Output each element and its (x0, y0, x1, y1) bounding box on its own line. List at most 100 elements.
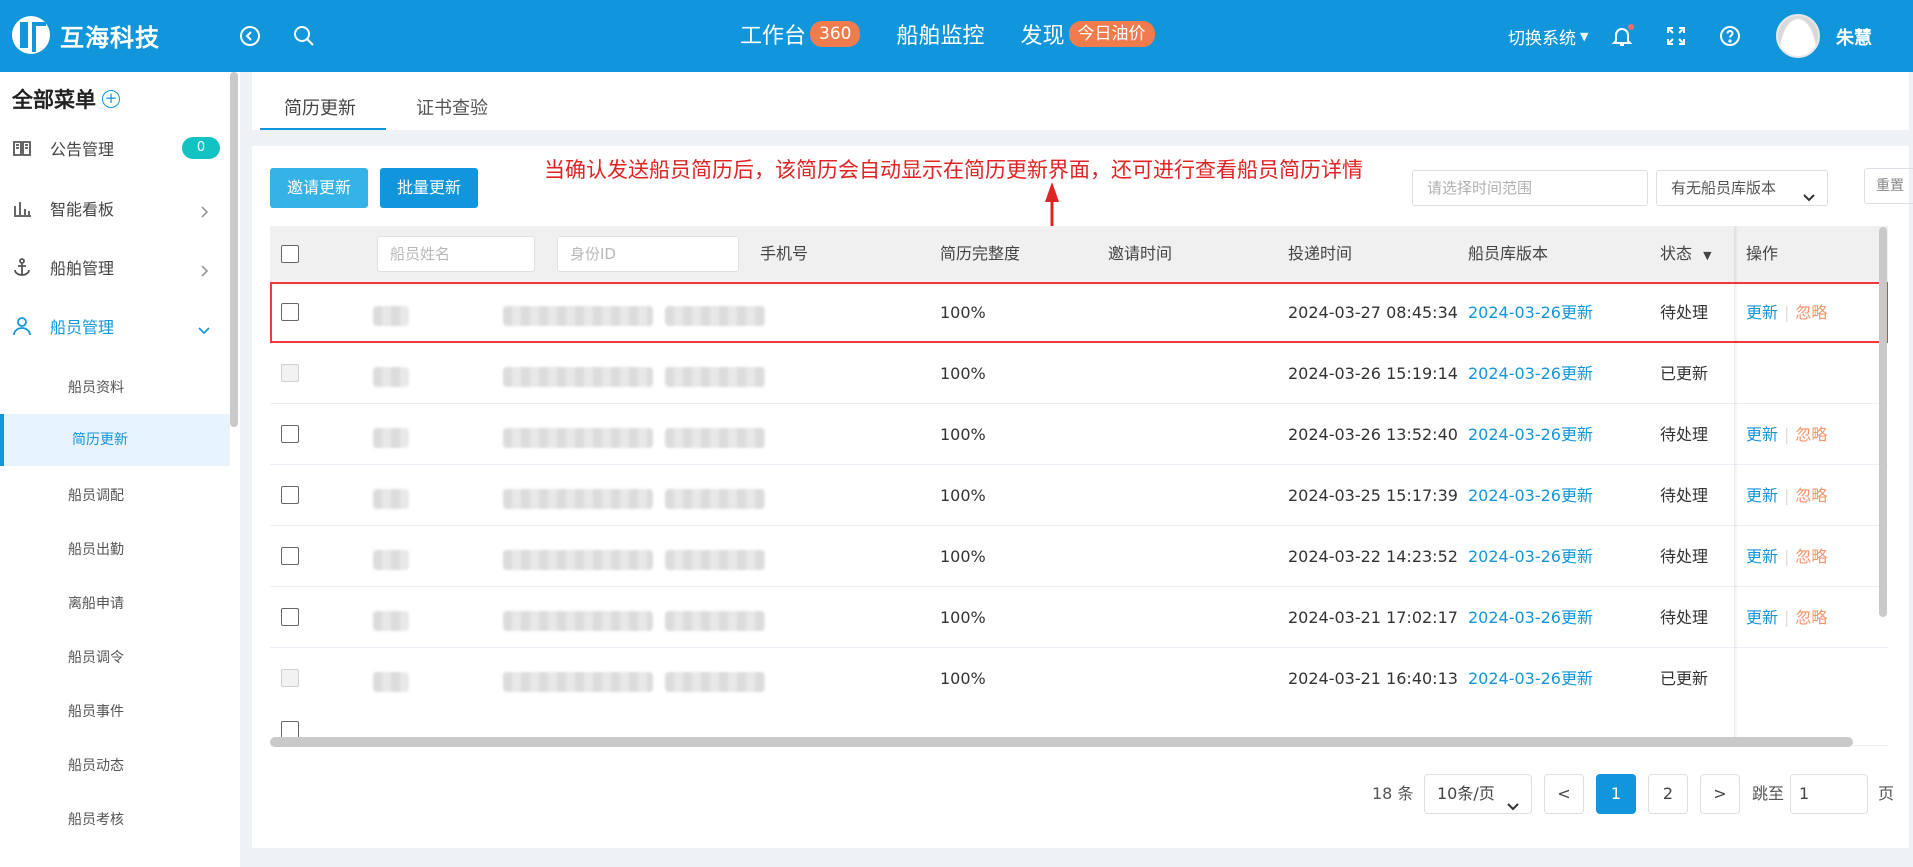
version-select[interactable]: 有无船员库版本 (1656, 170, 1828, 206)
page-2-button[interactable]: 2 (1648, 774, 1688, 814)
cell-version-link[interactable]: 2024-03-26更新 (1468, 343, 1593, 404)
page-size-select[interactable]: 10条/页 (1424, 774, 1532, 814)
nav-workbench-label: 工作台 (740, 24, 807, 49)
bar-chart-icon (12, 198, 32, 218)
switch-system-label: 切换系统 (1508, 29, 1576, 49)
filter-caret-icon: ▼ (1703, 249, 1712, 262)
sidebar-item-crew-management[interactable]: 船员管理 (0, 306, 230, 346)
anchor-icon (12, 257, 32, 277)
sidebar-subitem-leave-ship[interactable]: 离船申请 (0, 578, 230, 630)
table-row[interactable]: 100% 2024-03-26 15:19:14 2024-03-26更新 已更新 (270, 343, 1888, 404)
redacted-name (373, 672, 409, 692)
next-page-button[interactable]: > (1700, 774, 1740, 814)
sidebar-item-dashboard[interactable]: 智能看板 (0, 188, 230, 228)
update-link[interactable]: 更新 (1746, 425, 1778, 444)
tab-resume-update[interactable]: 简历更新 (284, 94, 356, 120)
avatar[interactable] (1776, 14, 1820, 58)
sidebar-subitem-crew-allocation[interactable]: 船员调配 (0, 470, 230, 522)
cell-version-link[interactable]: 2024-03-26更新 (1468, 465, 1593, 526)
sidebar-subitem-crew-assessment[interactable]: 船员考核 (0, 794, 230, 846)
sidebar-subitem-crew-attendance[interactable]: 船员出勤 (0, 524, 230, 576)
update-link[interactable]: 更新 (1746, 608, 1778, 627)
update-link[interactable]: 更新 (1746, 547, 1778, 566)
prev-page-button[interactable]: < (1544, 774, 1584, 814)
back-circle-icon[interactable] (238, 24, 262, 48)
chevron-down-icon (198, 321, 210, 335)
sidebar-title-label: 全部菜单 (12, 88, 96, 112)
cell-submit-time: 2024-03-21 17:02:17 (1288, 608, 1458, 627)
row-checkbox[interactable] (281, 486, 299, 504)
username[interactable]: 朱慧 (1836, 24, 1872, 50)
update-link[interactable]: 更新 (1746, 303, 1778, 322)
cell-completeness: 100% (940, 669, 986, 688)
select-all-checkbox[interactable] (281, 245, 299, 263)
nav-discover-label: 发现 (1020, 24, 1065, 49)
sidebar-subitem-crew-events[interactable]: 船员事件 (0, 686, 230, 738)
ignore-link[interactable]: 忽略 (1795, 486, 1827, 505)
col-status[interactable]: 状态 ▼ (1660, 226, 1712, 282)
cell-status: 待处理 (1660, 303, 1709, 322)
ignore-link[interactable]: 忽略 (1795, 425, 1827, 444)
sidebar-subitem-resume-update[interactable]: 简历更新 (0, 414, 230, 466)
sidebar-item-label: 船员管理 (50, 318, 115, 337)
nav-workbench[interactable]: 工作台 360 (740, 18, 861, 50)
cell-status: 待处理 (1660, 547, 1709, 566)
sidebar-item-ship-management[interactable]: 船舶管理 (0, 247, 230, 287)
table-row[interactable]: 100% 2024-03-26 13:52:40 2024-03-26更新 待处理 更新… (270, 404, 1888, 465)
row-checkbox (281, 669, 299, 687)
date-range-input[interactable]: 请选择时间范围 (1412, 170, 1648, 206)
update-link[interactable]: 更新 (1746, 486, 1778, 505)
search-icon[interactable] (292, 24, 316, 48)
col-ops: 操作 (1746, 244, 1779, 263)
sidebar-subitem-crew-order[interactable]: 船员调令 (0, 632, 230, 684)
cell-version-link[interactable]: 2024-03-26更新 (1468, 404, 1593, 465)
fullscreen-icon[interactable] (1664, 24, 1688, 48)
oil-price-badge[interactable]: 今日油价 (1068, 21, 1155, 47)
table-row[interactable]: 100% 2024-03-22 14:23:52 2024-03-26更新 待处理 更新… (270, 526, 1888, 587)
switch-system-dropdown[interactable]: 切换系统 ▼ (1508, 24, 1588, 49)
row-checkbox[interactable] (281, 425, 299, 443)
redacted-id (503, 550, 653, 570)
ignore-link[interactable]: 忽略 (1795, 608, 1827, 627)
sidebar-subitem-crew-profile[interactable]: 船员资料 (0, 362, 230, 414)
logo[interactable]: 互海科技 (12, 16, 160, 54)
goto-page-input[interactable]: 1 (1790, 774, 1868, 814)
table-vertical-scrollbar[interactable] (1879, 227, 1887, 617)
sidebar-scrollbar[interactable] (230, 72, 238, 427)
row-checkbox[interactable] (281, 547, 299, 565)
reset-button[interactable]: 重置 (1864, 168, 1913, 204)
redacted-phone (665, 611, 765, 631)
cell-completeness: 100% (940, 364, 986, 383)
table-row[interactable]: 100% 2024-03-25 15:17:39 2024-03-26更新 待处理 更新… (270, 465, 1888, 526)
cell-status: 待处理 (1660, 608, 1709, 627)
cell-version-link[interactable]: 2024-03-26更新 (1468, 648, 1593, 709)
cell-version-link[interactable]: 2024-03-26更新 (1468, 282, 1593, 343)
add-circle-icon[interactable]: + (102, 90, 120, 108)
sidebar-item-announcements[interactable]: 公告管理 0 (0, 128, 230, 168)
table-horizontal-scrollbar[interactable] (270, 737, 1853, 747)
table-row[interactable]: 100% 2024-03-27 08:45:34 2024-03-26更新 待处理 更新… (270, 282, 1888, 343)
cell-submit-time: 2024-03-26 13:52:40 (1288, 425, 1458, 444)
cell-status: 已更新 (1660, 669, 1709, 688)
cell-version-link[interactable]: 2024-03-26更新 (1468, 587, 1593, 648)
ignore-link[interactable]: 忽略 (1795, 547, 1827, 566)
table-row[interactable]: 100% 2024-03-21 16:40:13 2024-03-26更新 已更新 (270, 648, 1888, 709)
crew-name-filter-input[interactable]: 船员姓名 (377, 236, 535, 272)
id-filter-input[interactable]: 身份ID (557, 236, 739, 272)
sidebar-item-label: 公告管理 (50, 140, 115, 159)
table-row[interactable]: 100% 2024-03-21 17:02:17 2024-03-26更新 待处理 更新… (270, 587, 1888, 648)
nav-discover[interactable]: 发现 今日油价 (1020, 18, 1155, 50)
batch-update-button[interactable]: 批量更新 (380, 168, 478, 208)
row-checkbox[interactable] (281, 303, 299, 321)
active-tab-indicator (260, 128, 386, 130)
sidebar-subitem-crew-dynamics[interactable]: 船员动态 (0, 740, 230, 792)
invite-update-button[interactable]: 邀请更新 (270, 168, 368, 208)
help-icon[interactable] (1718, 24, 1742, 48)
ignore-link[interactable]: 忽略 (1795, 303, 1827, 322)
row-checkbox[interactable] (281, 608, 299, 626)
bell-icon[interactable] (1610, 24, 1634, 48)
cell-version-link[interactable]: 2024-03-26更新 (1468, 526, 1593, 587)
page-1-button[interactable]: 1 (1596, 774, 1636, 814)
tab-certificate-check[interactable]: 证书查验 (416, 94, 488, 120)
nav-ship-monitor[interactable]: 船舶监控 (896, 18, 984, 50)
